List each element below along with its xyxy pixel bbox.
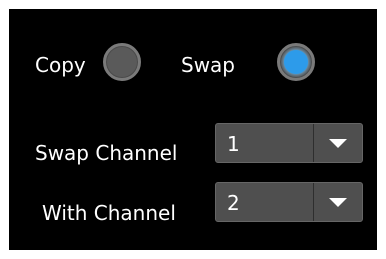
- select-divider: [313, 183, 314, 221]
- radio-dot-icon: [284, 50, 308, 74]
- copy-label: Copy: [35, 53, 86, 77]
- copy-radio[interactable]: [103, 43, 141, 81]
- swap-channel-value: 1: [227, 132, 240, 156]
- with-channel-label: With Channel: [42, 201, 176, 225]
- chevron-down-icon[interactable]: [329, 139, 347, 148]
- with-channel-value: 2: [227, 191, 240, 215]
- swap-label: Swap: [181, 53, 236, 77]
- channel-swap-panel: Copy Swap Swap Channel 1 With Channel 2: [9, 9, 377, 250]
- chevron-down-icon[interactable]: [329, 198, 347, 207]
- select-divider: [313, 124, 314, 162]
- swap-radio[interactable]: [277, 43, 315, 81]
- with-channel-select[interactable]: 2: [215, 182, 363, 222]
- swap-channel-label: Swap Channel: [35, 141, 178, 165]
- swap-channel-select[interactable]: 1: [215, 123, 363, 163]
